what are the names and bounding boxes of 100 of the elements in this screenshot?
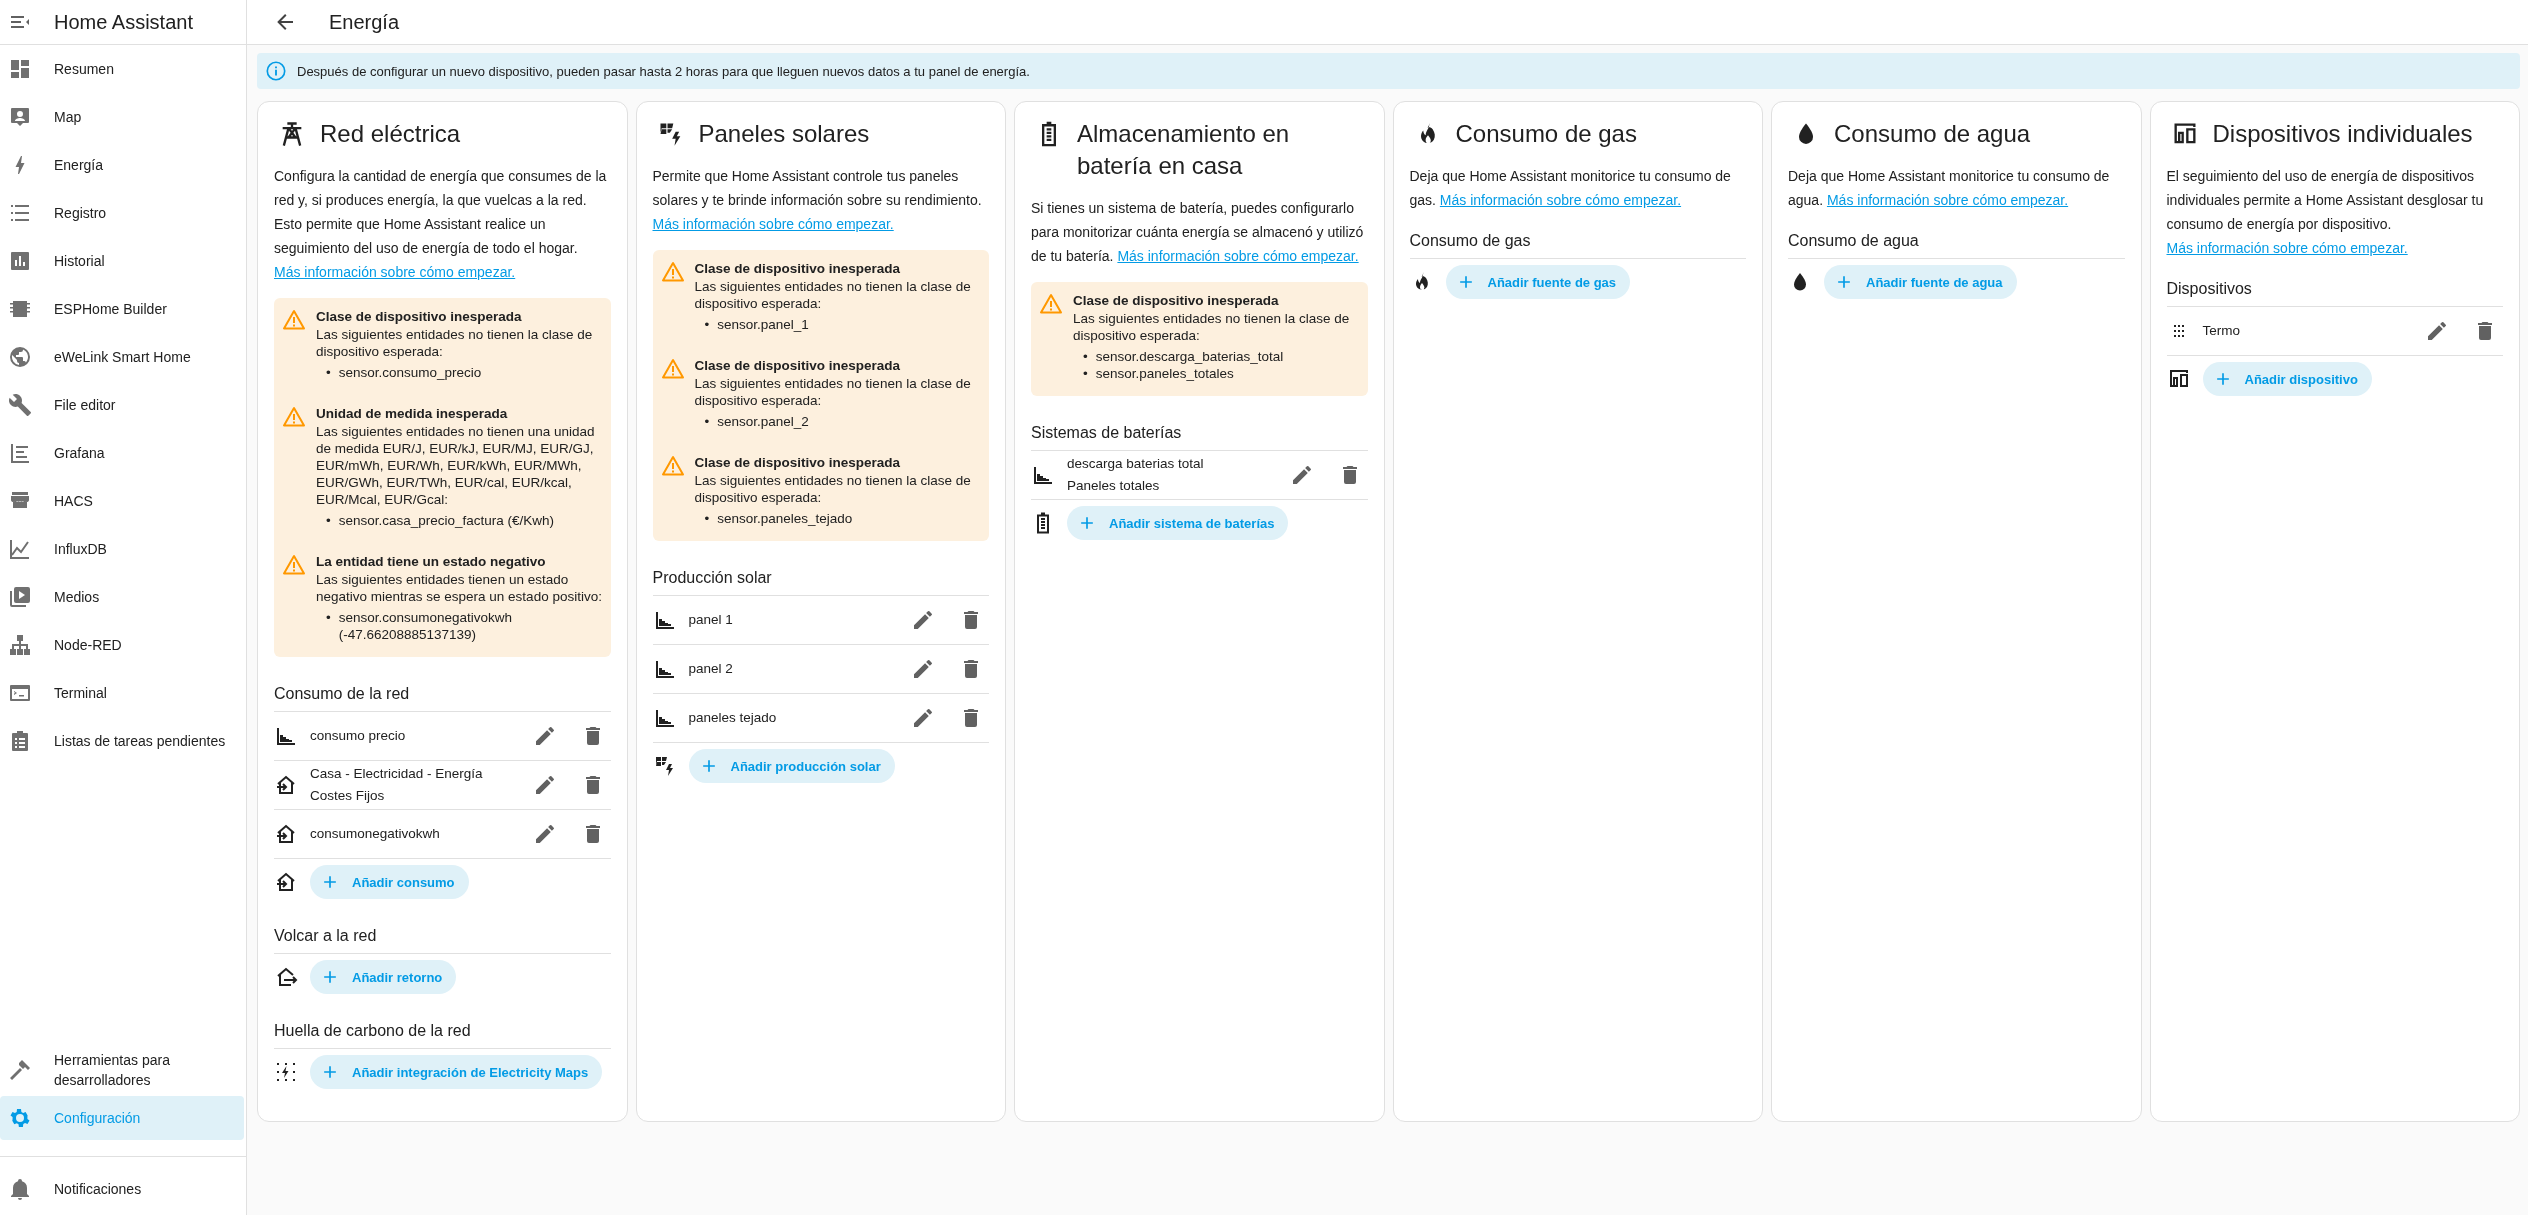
entity-id: sensor.paneles_totales bbox=[1095, 365, 1234, 382]
warning-text: Las siguientes entidades no tienen la clase de dispositivo esperada: bbox=[1073, 310, 1351, 344]
entity-id: sensor.consumonegativokwh (-47.66208885137139) bbox=[338, 609, 514, 643]
sidebar-item[interactable]: ESPHome Builder bbox=[0, 289, 244, 329]
entity-id: sensor.descarga_baterias_total bbox=[1095, 348, 1284, 365]
card-title: Consumo de agua bbox=[1834, 119, 2031, 149]
entity-name: consumonegativokwh bbox=[310, 825, 441, 843]
sitemap-icon bbox=[8, 633, 32, 657]
indented-lines-icon bbox=[8, 441, 32, 465]
page-title: Energía bbox=[329, 10, 400, 34]
bell-icon bbox=[8, 1177, 32, 1201]
sidebar-item[interactable]: InfluxDB bbox=[0, 529, 244, 569]
app-title: Home Assistant bbox=[54, 10, 193, 34]
warning-text: Las siguientes entidades no tienen la clase de dispositivo esperada: bbox=[694, 375, 972, 409]
entity-name: panel 2 bbox=[688, 660, 734, 678]
warning-title: La entidad tiene un estado negativo bbox=[316, 553, 547, 571]
entity-name: descarga baterias total bbox=[1067, 455, 1205, 473]
card-description: Deja que Home Assistant monitorice tu consumo de agua. Más información sobre cómo empezar. bbox=[1788, 167, 2111, 210]
bar-chart-icon bbox=[8, 249, 32, 273]
sidebar-item[interactable]: Listas de tareas pendientes bbox=[0, 721, 244, 761]
sidebar-item[interactable]: File editor bbox=[0, 385, 244, 425]
warning-text: Las siguientes entidades no tienen una unidad de medida EUR/J, EUR/kJ, EUR/MJ, EUR/GJ, EUR/mWh, EUR/Wh, EUR/kWh, EUR/MWh, EUR/GWh, EUR/TWh, EUR/cal, EUR/kcal, EUR/Mcal, EUR/Gcal: bbox=[316, 423, 596, 508]
bullet: • bbox=[704, 316, 710, 333]
warning-icon bbox=[1039, 292, 1063, 316]
entity-name: Paneles totales bbox=[1067, 477, 1161, 495]
warning-title: Clase de dispositivo inesperada bbox=[694, 260, 902, 278]
bullet: • bbox=[704, 413, 710, 430]
sidebar-item[interactable]: HACS bbox=[0, 481, 244, 521]
warning-icon bbox=[660, 454, 685, 478]
warning-icon bbox=[660, 260, 685, 284]
notifications-item[interactable]: Notificaciones bbox=[0, 1169, 244, 1209]
card-description: Deja que Home Assistant monitorice tu consumo de gas. Más información sobre cómo empezar. bbox=[1409, 167, 1732, 210]
warning-text: Las siguientes entidades no tienen la clase de dispositivo esperada: bbox=[694, 472, 972, 506]
entity-name: Costes Fijos bbox=[310, 787, 386, 805]
card-title: Paneles solares bbox=[698, 119, 870, 149]
settings-icon bbox=[8, 1106, 32, 1130]
sidebar-item[interactable]: Medios bbox=[0, 577, 244, 617]
card-title: Almacenamiento en batería en casa bbox=[1077, 119, 1291, 181]
entity-id: sensor.casa_precio_factura (€/Kwh) bbox=[338, 512, 555, 529]
section-title: Producción solar bbox=[652, 563, 989, 596]
section-title: Consumo de gas bbox=[1409, 226, 1746, 259]
section-title: Dispositivos bbox=[2166, 274, 2503, 307]
sidebar-item[interactable]: eWeLink Smart Home bbox=[0, 337, 244, 377]
warning-title: Clase de dispositivo inesperada bbox=[694, 357, 902, 375]
play-icon bbox=[8, 585, 32, 609]
entity-id: sensor.panel_2 bbox=[717, 413, 809, 430]
sidebar-item[interactable]: Historial bbox=[0, 241, 244, 281]
wrench-icon bbox=[8, 393, 32, 417]
pencil-icon bbox=[911, 706, 935, 730]
card-description: El seguimiento del uso de energía de dispositivos individuales permite a Home Assistant desglosar tu consumo de energía por dispositivo. Más información sobre cómo empezar. bbox=[2166, 167, 2485, 258]
entity-name: consumo precio bbox=[310, 727, 407, 745]
bullet: • bbox=[1083, 365, 1088, 382]
globe-icon bbox=[8, 345, 32, 369]
bullet: • bbox=[326, 364, 331, 381]
sidebar-item[interactable]: Registro bbox=[0, 193, 244, 233]
warning-text: Las siguientes entidades tienen un estado negativo mientras se espera un estado positivo: bbox=[316, 571, 603, 605]
warning-text: Las siguientes entidades no tienen la clase de dispositivo esperada: bbox=[694, 278, 972, 312]
hammer-icon bbox=[8, 1058, 32, 1082]
bullet: • bbox=[326, 609, 331, 626]
sidebar-item[interactable]: Resumen bbox=[0, 49, 244, 89]
sidebar-item[interactable]: Map bbox=[0, 97, 244, 137]
sidebar-item[interactable]: Herramientas para desarrolladores bbox=[0, 1048, 244, 1092]
pencil-icon bbox=[911, 608, 935, 632]
warning-icon bbox=[660, 357, 685, 381]
section-title: Consumo de agua bbox=[1788, 226, 2125, 259]
section-title: Huella de carbono de la red bbox=[274, 1016, 611, 1049]
bullet: • bbox=[1083, 348, 1088, 365]
card-title: Dispositivos individuales bbox=[2212, 119, 2473, 149]
sidebar-item[interactable]: Node-RED bbox=[0, 625, 244, 665]
section-title: Sistemas de baterías bbox=[1031, 418, 1368, 451]
entity-name: panel 1 bbox=[688, 611, 734, 629]
sidebar-item[interactable]: Terminal bbox=[0, 673, 244, 713]
section-title: Consumo de la red bbox=[274, 679, 611, 712]
card-description: Configura la cantidad de energía que consumes de la red y, si produces energía, la que vuelcas a la red. Esto permite que Home Assistant realice un seguimiento del uso de energía de todo el hogar. Más información sobre cómo empezar. bbox=[274, 167, 608, 282]
sidebar-item[interactable]: Energía bbox=[0, 145, 244, 185]
card-title: Consumo de gas bbox=[1455, 119, 1637, 149]
card-description: Permite que Home Assistant controle tus paneles solares y te brinde información sobre su rendimiento. Más información sobre cómo empezar. bbox=[652, 167, 983, 234]
card-title: Red eléctrica bbox=[320, 119, 461, 149]
info-icon bbox=[265, 60, 287, 82]
entity-name: Termo bbox=[2202, 322, 2241, 340]
bullet: • bbox=[704, 510, 710, 527]
section-title: Volcar a la red bbox=[274, 921, 611, 954]
warning-title: Clase de dispositivo inesperada bbox=[316, 308, 523, 326]
sidebar-item[interactable]: Grafana bbox=[0, 433, 244, 473]
entity-id: sensor.consumo_precio bbox=[338, 364, 482, 381]
warning-title: Clase de dispositivo inesperada bbox=[694, 454, 902, 472]
dashboard-icon bbox=[8, 57, 32, 81]
info-message: Después de configurar un nuevo dispositivo, pueden pasar hasta 2 horas para que lleguen nuevos datos a tu panel de energía. bbox=[297, 63, 1030, 79]
warning-text: Las siguientes entidades no tienen la clase de dispositivo esperada: bbox=[316, 326, 594, 360]
entity-name: Casa - Electricidad - Energía bbox=[310, 765, 484, 783]
entity-name: paneles tejado bbox=[688, 709, 778, 727]
entity-id: sensor.paneles_tejado bbox=[717, 510, 853, 527]
bullet: • bbox=[326, 512, 331, 529]
card-description: Si tienes un sistema de batería, puedes configurarlo para monitorizar cuánta energía se almacenó y utilizó de tu batería. Más información sobre cómo empezar. bbox=[1031, 199, 1365, 266]
person-card-icon bbox=[8, 105, 32, 129]
line-chart-icon bbox=[8, 537, 32, 561]
warning-icon bbox=[282, 308, 306, 332]
warning-title: Unidad de medida inesperada bbox=[316, 405, 509, 423]
warning-title: Clase de dispositivo inesperada bbox=[1073, 292, 1280, 310]
warning-icon bbox=[282, 553, 306, 577]
